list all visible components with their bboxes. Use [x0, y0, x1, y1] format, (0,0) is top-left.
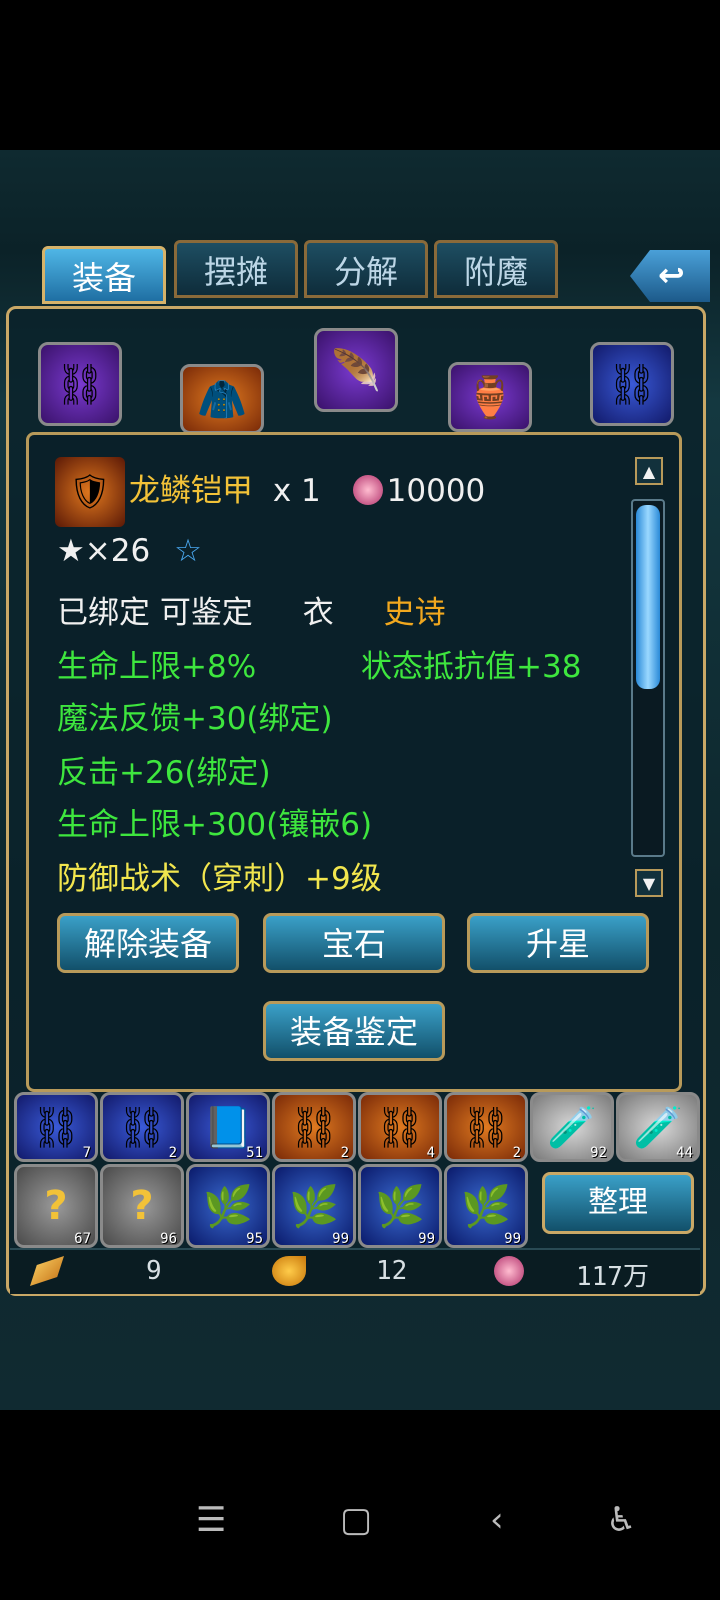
bag-slot[interactable]: 🌿 99	[444, 1164, 528, 1248]
back-icon[interactable]: ‹	[490, 1500, 504, 1540]
item-count: 95	[246, 1231, 263, 1247]
item-count: 2	[512, 1145, 521, 1161]
item-count: 2	[340, 1145, 349, 1161]
accessibility-icon[interactable]: ♿	[606, 1500, 636, 1540]
item-count: 4	[426, 1145, 435, 1161]
item-count: 67	[74, 1231, 91, 1247]
quality-label: 史诗	[383, 595, 446, 631]
gold-bar-icon	[30, 1256, 64, 1286]
bag-slot[interactable]: ⛓ 4	[358, 1092, 442, 1162]
armor-item-icon: 🛡	[55, 457, 125, 527]
stat-status-resist: 状态抵抗值+38	[361, 649, 582, 685]
bag-slot[interactable]: ⛓ 2	[100, 1092, 184, 1162]
item-count: 51	[246, 1145, 263, 1161]
bag-slot[interactable]: 🧪 44	[616, 1092, 700, 1162]
tab-disassemble[interactable]: 分解	[304, 240, 428, 298]
item-count: 96	[160, 1231, 177, 1247]
gold-bar-count: 9	[146, 1256, 162, 1286]
bag-slot[interactable]: 🌿 99	[358, 1164, 442, 1248]
item-quantity: x 1	[272, 473, 321, 509]
mystery-icon: ?	[130, 1183, 154, 1229]
equip-slot-belt[interactable]: 🏺	[448, 362, 532, 432]
star-outline-icon: ☆	[174, 533, 202, 569]
tidy-button[interactable]: 整理	[542, 1172, 694, 1234]
equip-slot-necklace[interactable]: ⛓	[38, 342, 122, 426]
bag-slot[interactable]: 🌿 99	[272, 1164, 356, 1248]
home-icon[interactable]: ▢	[340, 1500, 372, 1540]
bag-slot[interactable]: ? 96	[100, 1164, 184, 1248]
bag-slot[interactable]: ? 67	[14, 1164, 98, 1248]
menu-icon[interactable]: ☰	[196, 1500, 226, 1540]
mystery-icon: ?	[44, 1183, 68, 1229]
tab-enchant[interactable]: 附魔	[434, 240, 558, 298]
coin-icon	[494, 1256, 524, 1286]
currency-bar: 9 12 117万	[10, 1248, 700, 1294]
coin-count: 117万	[576, 1262, 649, 1292]
gem-button[interactable]: 宝石	[263, 913, 445, 973]
leaf-count: 12	[376, 1256, 408, 1286]
scroll-thumb[interactable]	[636, 505, 660, 689]
item-header: 龙鳞铠甲 x 1 10000	[129, 465, 485, 510]
status-row: 已绑定 可鉴定 衣 史诗	[57, 587, 446, 632]
slot-type: 衣	[302, 595, 334, 631]
item-count: 44	[676, 1145, 693, 1161]
item-count: 2	[168, 1145, 177, 1161]
scrollbar[interactable]	[631, 499, 665, 857]
identify-button[interactable]: 装备鉴定	[263, 1001, 445, 1061]
bind-status: 已绑定 可鉴定	[57, 595, 253, 631]
unequip-button[interactable]: 解除装备	[57, 913, 239, 973]
leaf-icon	[272, 1256, 306, 1286]
stat-hp-percent: 生命上限+8%	[57, 649, 257, 685]
equip-slot-weapon[interactable]: 🪶	[314, 328, 398, 412]
bag-slot[interactable]: 🧪 92	[530, 1092, 614, 1162]
equip-slot-ring[interactable]: ⛓	[590, 342, 674, 426]
item-detail-popup: 🛡 龙鳞铠甲 x 1 10000 ★×26 ☆ 已绑定 可鉴定 衣 史诗 生命上…	[26, 432, 682, 1092]
bag-slot[interactable]: ⛓ 2	[272, 1092, 356, 1162]
star-level: ★×26	[57, 533, 151, 569]
bag-slot[interactable]: ⛓ 2	[444, 1092, 528, 1162]
bag-slot[interactable]: ⛓ 7	[14, 1092, 98, 1162]
bag-slot[interactable]: 📘 51	[186, 1092, 270, 1162]
scroll-down-icon[interactable]: ▼	[635, 869, 663, 897]
item-count: 99	[418, 1231, 435, 1247]
item-count: 92	[590, 1145, 607, 1161]
stat-magic-feedback: 魔法反馈+30(绑定)	[57, 701, 333, 737]
scroll-up-icon[interactable]: ▲	[635, 457, 663, 485]
upgrade-star-button[interactable]: 升星	[467, 913, 649, 973]
back-arrow-icon: ↩	[658, 256, 685, 294]
item-name: 龙鳞铠甲	[129, 473, 253, 509]
tab-equipment[interactable]: 装备	[42, 246, 166, 304]
system-nav-bar: ☰ ▢ ‹ ♿	[0, 1470, 720, 1570]
skill-bonus: 防御战术（穿刺）+9级	[57, 861, 382, 897]
stat-counter: 反击+26(绑定)	[57, 755, 271, 791]
item-count: 7	[82, 1145, 91, 1161]
item-count: 99	[504, 1231, 521, 1247]
tab-stall[interactable]: 摆摊	[174, 240, 298, 298]
item-count: 99	[332, 1231, 349, 1247]
stat-hp-inlay: 生命上限+300(镶嵌6)	[57, 807, 373, 843]
coin-icon	[352, 474, 383, 505]
equip-slot-cloak[interactable]: 🧥	[180, 364, 264, 434]
star-row: ★×26 ☆	[57, 533, 202, 569]
item-price: 10000	[386, 473, 486, 509]
bag-slot[interactable]: 🌿 95	[186, 1164, 270, 1248]
